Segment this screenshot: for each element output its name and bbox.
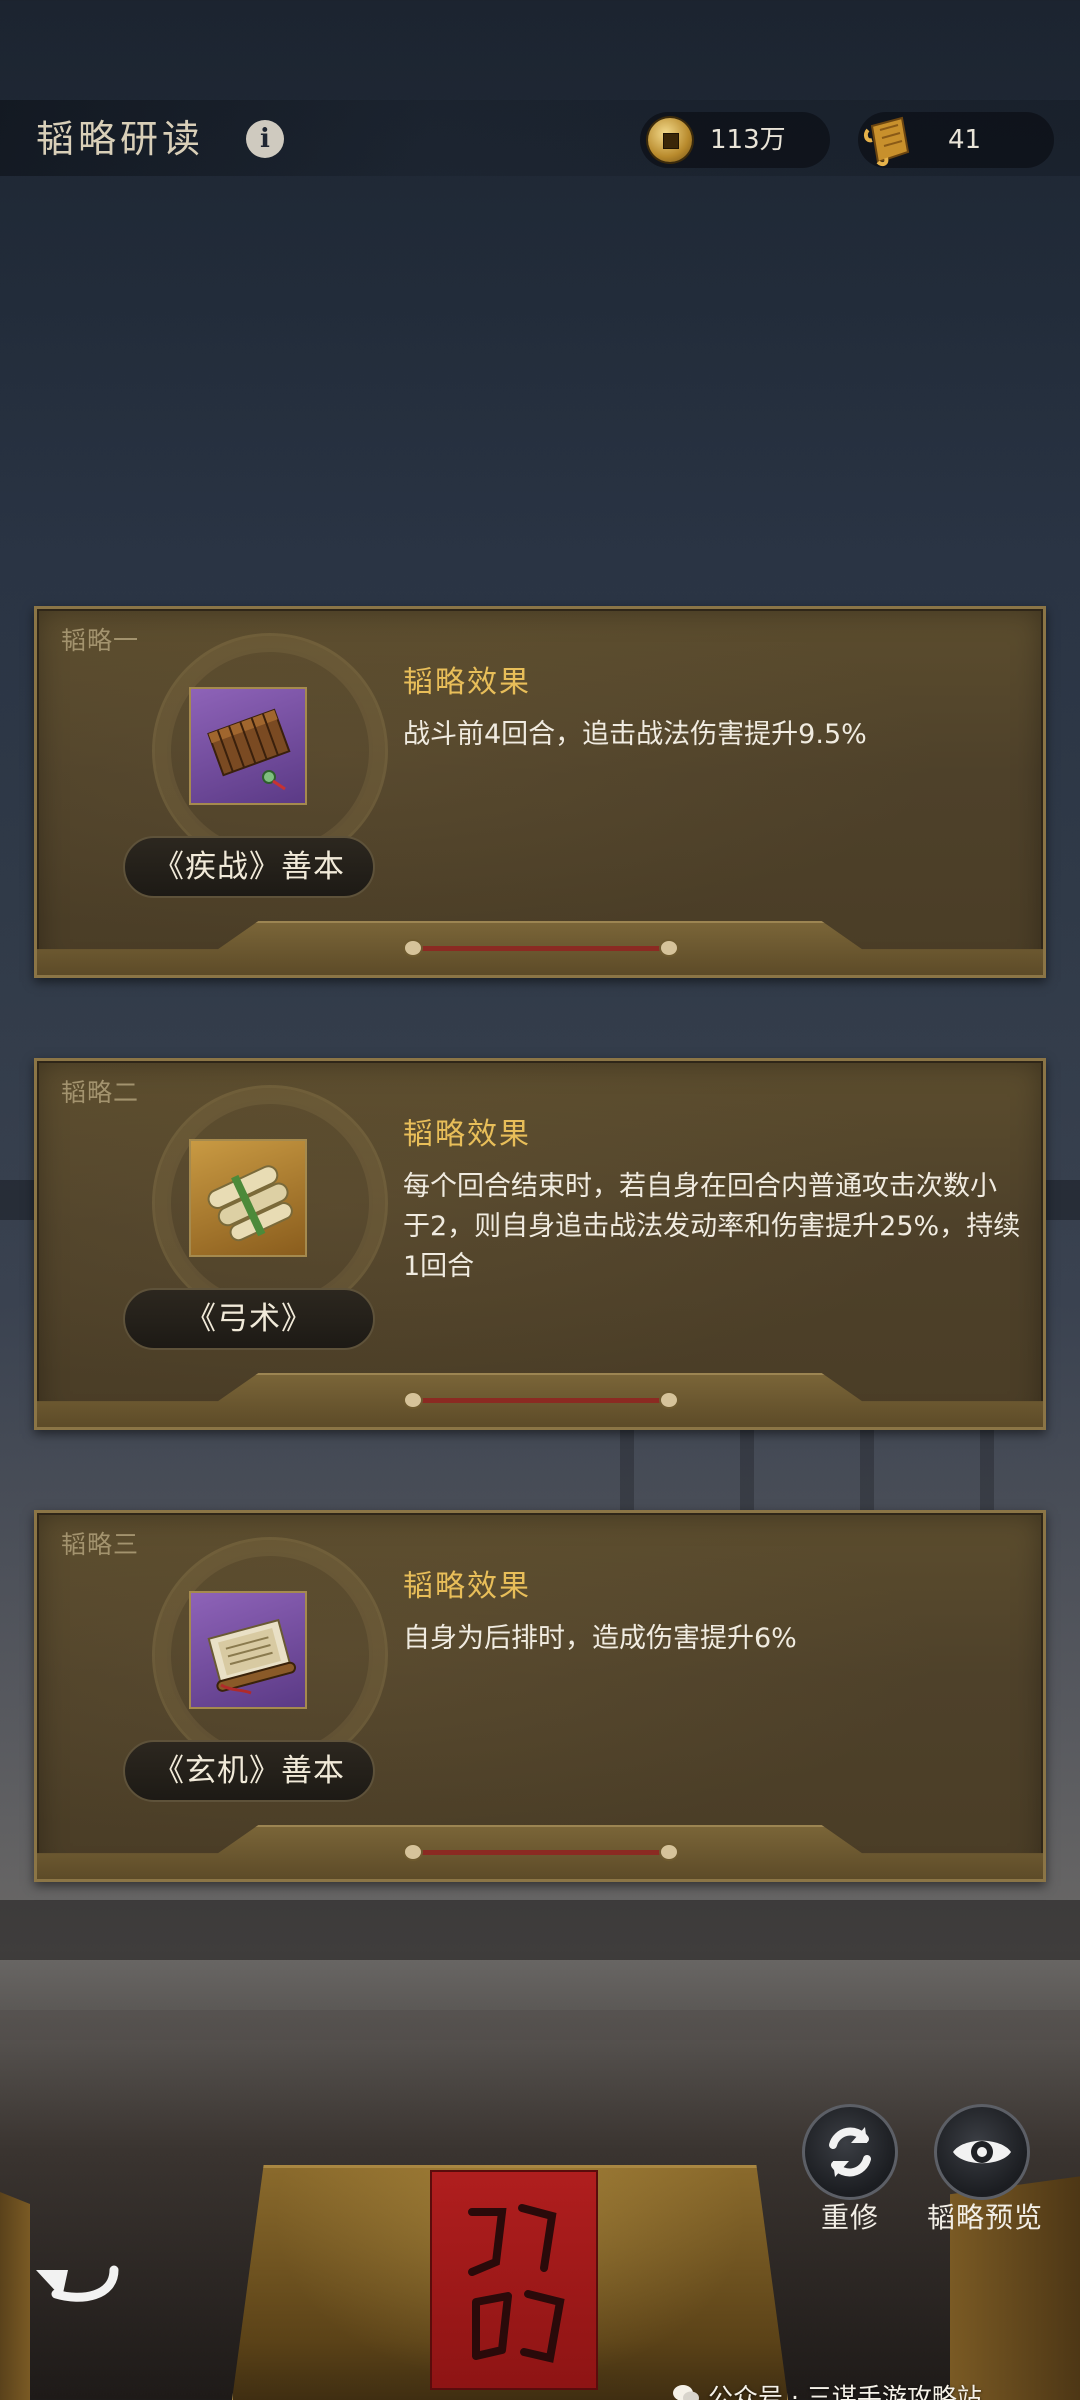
card-groove-ornament xyxy=(403,1391,679,1409)
book-name-label[interactable]: 《玄机》善本 xyxy=(123,1740,375,1802)
book-name-label[interactable]: 《疾战》善本 xyxy=(123,836,375,898)
watermark-text: 公众号 · 三谋手游攻略站 xyxy=(708,2383,982,2400)
open-book-icon[interactable] xyxy=(189,1591,307,1709)
page-title: 韬略研读 xyxy=(36,117,205,161)
retrain-button[interactable] xyxy=(802,2104,898,2200)
copper-coin-icon xyxy=(648,118,692,162)
preview-label[interactable]: 韬略预览 xyxy=(910,2196,1060,2236)
effect-description: 战斗前4回合，追击战法伤害提升9.5% xyxy=(403,719,867,750)
info-icon[interactable]: i xyxy=(246,120,284,158)
refresh-icon xyxy=(829,2127,871,2177)
effect-description: 每个回合结束时，若自身在回合内普通攻击次数小于2，则自身追击战法发动率和伤害提升… xyxy=(403,1171,1021,1282)
effect-description: 自身为后排时，造成伤害提升6% xyxy=(403,1623,797,1654)
strategy-slot-tag: 韬略一 xyxy=(61,626,140,655)
strategy-card-1[interactable]: 韬略一 《疾战》善本 韬略效果 战斗前4回合，追击战法伤害提升9.5% xyxy=(34,606,1046,978)
strategy-card-3[interactable]: 韬略三 《玄机》善本 韬略效果 自身为后排时，造成伤害提升6% xyxy=(34,1510,1046,1882)
background-beam xyxy=(0,2010,1080,2040)
strategy-slot-tag: 韬略三 xyxy=(61,1530,140,1559)
back-button[interactable] xyxy=(22,2240,132,2320)
coin-amount: 113万 xyxy=(710,125,786,155)
bamboo-book-icon[interactable] xyxy=(189,687,307,805)
back-arrow-icon xyxy=(36,2265,119,2302)
scroll-bundle-icon[interactable] xyxy=(189,1139,307,1257)
strategy-slot-tag: 韬略二 xyxy=(61,1078,140,1107)
retrain-label[interactable]: 重修 xyxy=(790,2196,910,2236)
preview-button[interactable] xyxy=(934,2104,1030,2200)
red-seal-label xyxy=(430,2170,598,2390)
effect-title: 韬略效果 xyxy=(403,1569,531,1604)
strategy-card-2[interactable]: 韬略二 《弓术》 韬略效果 每个回合结束时，若自身在回合内普通攻击次数小于2，则… xyxy=(34,1058,1046,1430)
eye-icon xyxy=(953,2140,1011,2164)
effect-title: 韬略效果 xyxy=(403,665,531,700)
effect-title: 韬略效果 xyxy=(403,1117,531,1152)
scroll-amount: 41 xyxy=(948,125,982,155)
background-beam xyxy=(0,1900,1080,1960)
wechat-icon xyxy=(672,2383,700,2400)
scroll-icon xyxy=(862,112,916,168)
card-groove-ornament xyxy=(403,1843,679,1861)
card-groove-ornament xyxy=(403,939,679,957)
book-name-label[interactable]: 《弓术》 xyxy=(123,1288,375,1350)
